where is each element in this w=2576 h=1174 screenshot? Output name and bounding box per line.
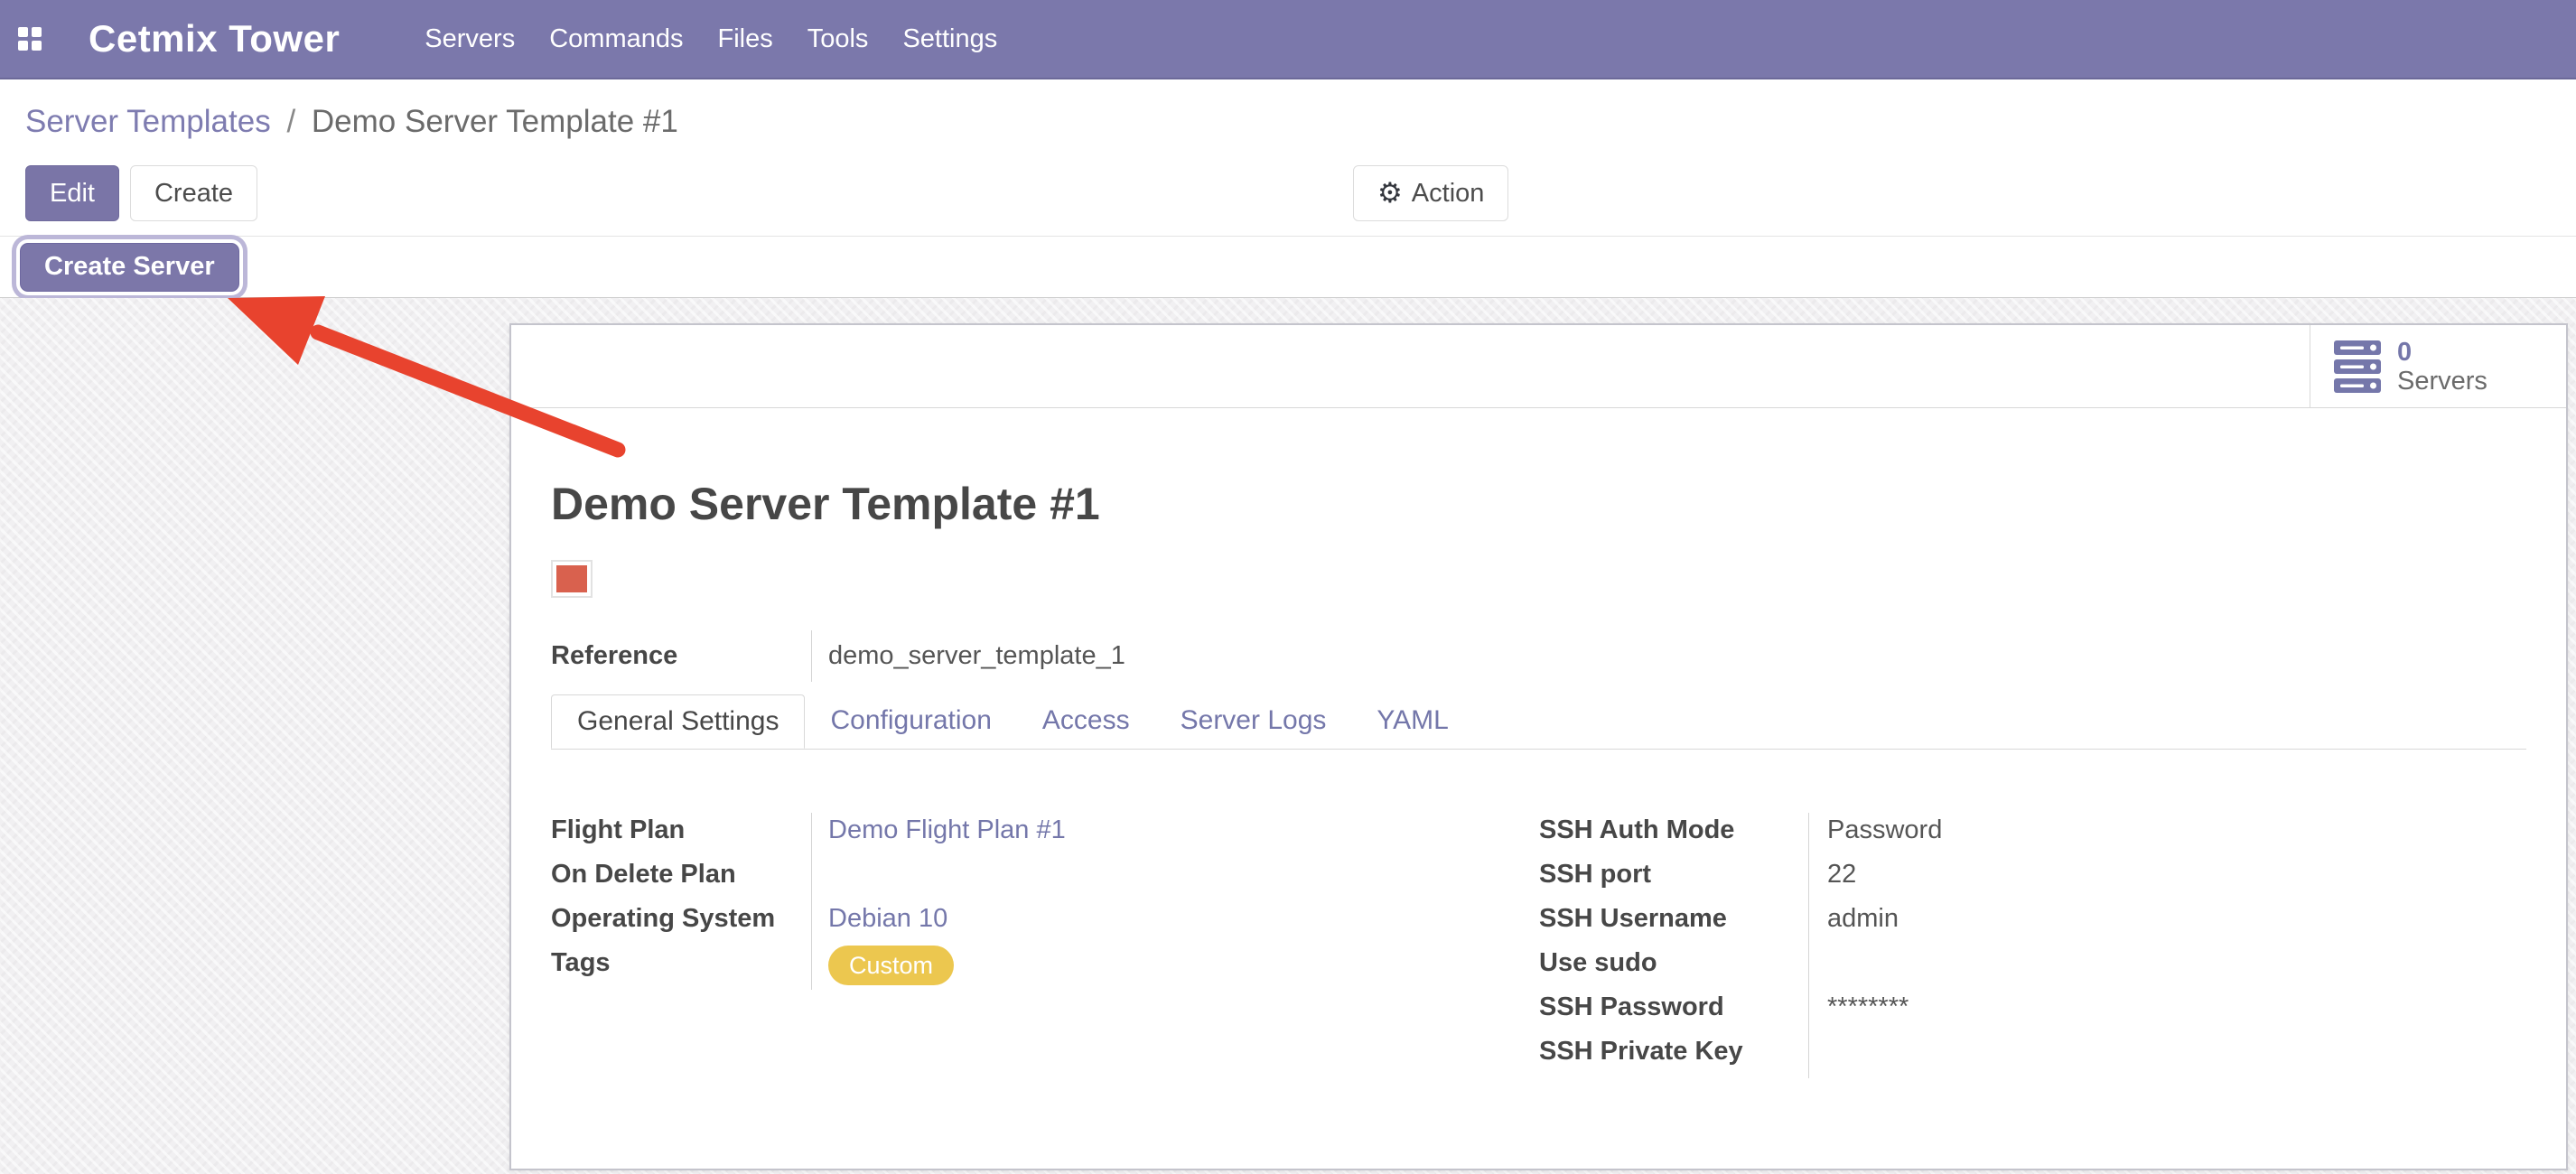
action-button[interactable]: ⚙ Action: [1353, 165, 1508, 221]
tab-server-logs[interactable]: Server Logs: [1155, 694, 1352, 749]
breadcrumb-parent-link[interactable]: Server Templates: [25, 104, 271, 139]
use-sudo-label: Use sudo: [1539, 946, 1808, 990]
tab-general-settings[interactable]: General Settings: [551, 694, 805, 749]
form-sheet: 0 Servers Demo Server Template #1 Refere…: [509, 323, 2568, 1170]
reference-label: Reference: [551, 630, 811, 682]
reference-row: Reference demo_server_template_1: [551, 630, 2526, 682]
menu-servers[interactable]: Servers: [407, 0, 532, 79]
control-panel: Server Templates / Demo Server Template …: [0, 79, 2576, 237]
app-window: Cetmix Tower Servers Commands Files Tool…: [0, 0, 2576, 1174]
tab-access[interactable]: Access: [1017, 694, 1155, 749]
operating-system-label: Operating System: [551, 901, 811, 946]
breadcrumb: Server Templates / Demo Server Template …: [25, 101, 2576, 143]
color-swatch-red: [556, 565, 587, 592]
ssh-private-key-label: SSH Private Key: [1539, 1034, 1808, 1078]
edit-button[interactable]: Edit: [25, 165, 119, 221]
statusbar: Create Server: [0, 237, 2576, 298]
ssh-password-label: SSH Password: [1539, 990, 1808, 1034]
record-title: Demo Server Template #1: [551, 479, 2526, 529]
servers-label: Servers: [2397, 367, 2487, 396]
left-values-column: Demo Flight Plan #1 Debian 10 Custom: [811, 813, 1539, 990]
button-box-strip: 0 Servers: [511, 325, 2566, 408]
operating-system-link[interactable]: Debian 10: [828, 901, 947, 936]
apps-grid-dot: [32, 41, 42, 51]
brand-title[interactable]: Cetmix Tower: [89, 17, 340, 61]
reference-value: demo_server_template_1: [811, 630, 1125, 682]
main-menu: Servers Commands Files Tools Settings: [407, 0, 1014, 79]
color-picker-swatch: [551, 560, 593, 598]
top-navbar: Cetmix Tower Servers Commands Files Tool…: [0, 0, 2576, 79]
notebook-tabs: General Settings Configuration Access Se…: [551, 694, 2526, 750]
left-labels-column: Flight Plan On Delete Plan Operating Sys…: [551, 813, 811, 990]
right-labels-column: SSH Auth Mode SSH port SSH Username Use …: [1539, 813, 1808, 1078]
control-panel-buttons: Edit Create: [25, 165, 2576, 221]
tags-label: Tags: [551, 946, 811, 990]
menu-settings[interactable]: Settings: [885, 0, 1014, 79]
apps-grid-dot: [18, 41, 28, 51]
ssh-password-value: ********: [1827, 990, 1909, 1024]
tab-yaml[interactable]: YAML: [1351, 694, 1473, 749]
apps-grid-dot: [32, 27, 42, 37]
tab-configuration[interactable]: Configuration: [805, 694, 1016, 749]
on-delete-plan-label: On Delete Plan: [551, 857, 811, 901]
tag-badge-custom: Custom: [828, 946, 954, 985]
servers-stack-icon: [2334, 340, 2381, 393]
create-server-button[interactable]: Create Server: [20, 243, 239, 292]
general-settings-panel: Flight Plan On Delete Plan Operating Sys…: [551, 813, 2526, 1078]
breadcrumb-current: Demo Server Template #1: [312, 104, 678, 139]
flight-plan-label: Flight Plan: [551, 813, 811, 857]
ssh-port-label: SSH port: [1539, 857, 1808, 901]
apps-grid-dot: [18, 27, 28, 37]
ssh-username-label: SSH Username: [1539, 901, 1808, 946]
ssh-username-value: admin: [1827, 901, 1899, 936]
action-button-label: Action: [1412, 179, 1485, 209]
create-button[interactable]: Create: [130, 165, 257, 221]
menu-commands[interactable]: Commands: [532, 0, 700, 79]
field-group-right: SSH Auth Mode SSH port SSH Username Use …: [1539, 813, 2526, 1078]
field-group-left: Flight Plan On Delete Plan Operating Sys…: [551, 813, 1539, 990]
sheet-body: Demo Server Template #1 Reference demo_s…: [511, 479, 2566, 1078]
content-area: 0 Servers Demo Server Template #1 Refere…: [0, 298, 2576, 1174]
gear-icon: ⚙: [1377, 180, 1403, 208]
ssh-auth-mode-label: SSH Auth Mode: [1539, 813, 1808, 857]
flight-plan-link[interactable]: Demo Flight Plan #1: [828, 813, 1066, 847]
right-values-column: Password 22 admin ********: [1808, 813, 2526, 1078]
servers-count: 0: [2397, 338, 2487, 367]
menu-tools[interactable]: Tools: [790, 0, 886, 79]
ssh-auth-mode-value: Password: [1827, 813, 1942, 847]
ssh-port-value: 22: [1827, 857, 1856, 891]
servers-stat-button[interactable]: 0 Servers: [2310, 325, 2566, 407]
breadcrumb-separator: /: [279, 104, 303, 139]
apps-grid-icon[interactable]: [18, 27, 42, 51]
servers-stat-text: 0 Servers: [2397, 338, 2487, 396]
menu-files[interactable]: Files: [701, 0, 790, 79]
